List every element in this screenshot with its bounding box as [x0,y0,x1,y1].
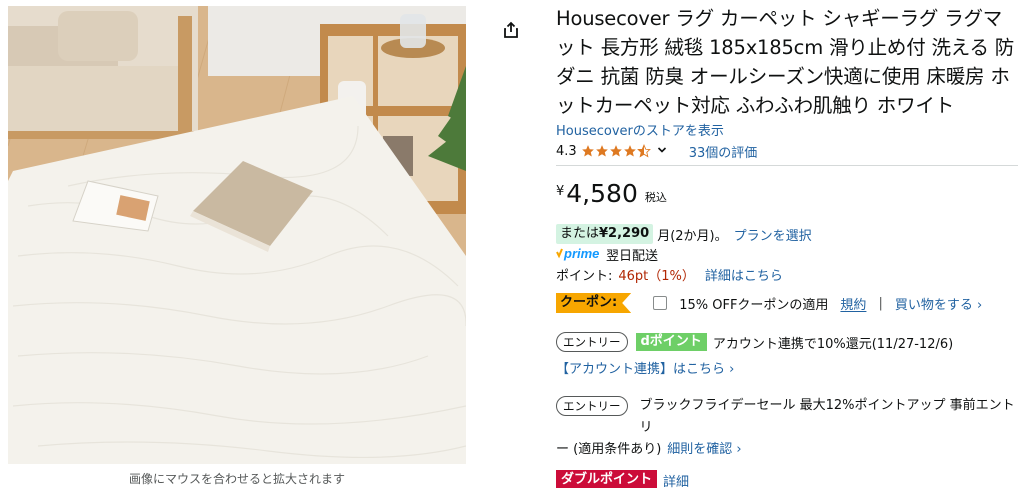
divider [556,165,1018,166]
coupon-separator: | [878,295,883,311]
dpoint-text: アカウント連携で10%還元(11/27-12/6) [712,336,954,352]
points-detail-link[interactable]: 詳細はこちら [705,265,783,284]
double-point-detail-link[interactable]: 詳細 [663,471,689,488]
product-image[interactable] [8,6,466,464]
delivery-label: 翌日配送 [606,248,659,264]
installment-badge: または¥2,290 [556,224,654,244]
product-title: Housecover ラグ カーペット シャギーラグ ラグマット 長方形 絨毯 … [556,7,1015,117]
account-link[interactable]: 【アカウント連携】はこちら › [556,358,1018,377]
blackfriday-entry-row: エントリー ブラックフライデーセール 最大12%ポイントアップ 事前エントリ [556,395,1018,439]
entry-badge[interactable]: エントリー [556,332,628,352]
product-photo [8,6,466,464]
entry-badge[interactable]: エントリー [556,396,628,416]
points-value: 46pt（1%） [618,268,695,284]
points-row: ポイント: 46pt（1%） 詳細はこちら [556,264,1018,284]
blackfriday-text-cont: ー (適用条件あり) [556,442,662,457]
price-value: 4,580 [566,179,638,208]
product-info: Housecover ラグ カーペット シャギーラグ ラグマット 長方形 絨毯 … [556,4,1018,488]
star-icon [609,145,622,157]
installment-amount: ¥2,290 [599,226,650,241]
terms-link[interactable]: 細則を確認 › [667,442,741,457]
double-point-row: ダブルポイント 詳細 [556,469,1018,488]
rating-stars[interactable] [581,144,651,158]
rating-number: 4.3 [556,143,577,159]
price-symbol: ¥ [556,184,565,199]
price: ¥ 4,580 税込 [556,180,1018,214]
dpoint-entry-row: エントリー dポイント アカウント連携で10%還元(11/27-12/6) [556,331,1018,353]
installment-row: または¥2,290 月(2か月)。 プランを選択 [556,224,1018,244]
svg-text:prime: prime [563,246,599,261]
star-icon [581,145,594,157]
coupon-text: 15% OFFクーポンの適用 [679,297,829,313]
coupon-checkbox[interactable] [653,296,668,310]
reviews-link[interactable]: 33個の評価 [689,142,758,161]
prime-row: prime 翌日配送 [556,244,1018,264]
select-plan-link[interactable]: プランを選択 [734,225,812,244]
coupon-badge: クーポン: [556,293,632,313]
installment-prefix: または [560,226,600,241]
star-icon [595,145,608,157]
blackfriday-text: ブラックフライデーセール 最大12%ポイントアップ 事前エントリ [639,398,1015,435]
share-icon[interactable] [502,21,520,39]
continue-shopping-link[interactable]: 買い物をする › [895,294,982,313]
prime-logo-icon: prime [556,246,604,262]
installment-months: 月(2か月)。 [657,228,728,244]
blackfriday-line2: ー (適用条件あり) 細則を確認 › [556,439,1018,461]
points-label: ポイント: [556,268,613,284]
zoom-hint: 画像にマウスを合わせると拡大されます [128,472,345,486]
rating-row: 4.3 33個の評価 [556,141,1018,161]
star-icon [623,145,636,157]
coupon-terms-link[interactable]: 規約 [840,294,866,313]
half-star-icon [636,144,651,158]
double-point-badge: ダブルポイント [556,470,658,488]
chevron-down-icon[interactable] [657,144,667,159]
store-link[interactable]: Housecoverのストアを表示 [556,123,1018,141]
dpoint-badge: dポイント [635,333,707,351]
coupon-row: クーポン: 15% OFFクーポンの適用 規約 | 買い物をする › [556,292,1018,314]
tax-label: 税込 [644,191,667,204]
